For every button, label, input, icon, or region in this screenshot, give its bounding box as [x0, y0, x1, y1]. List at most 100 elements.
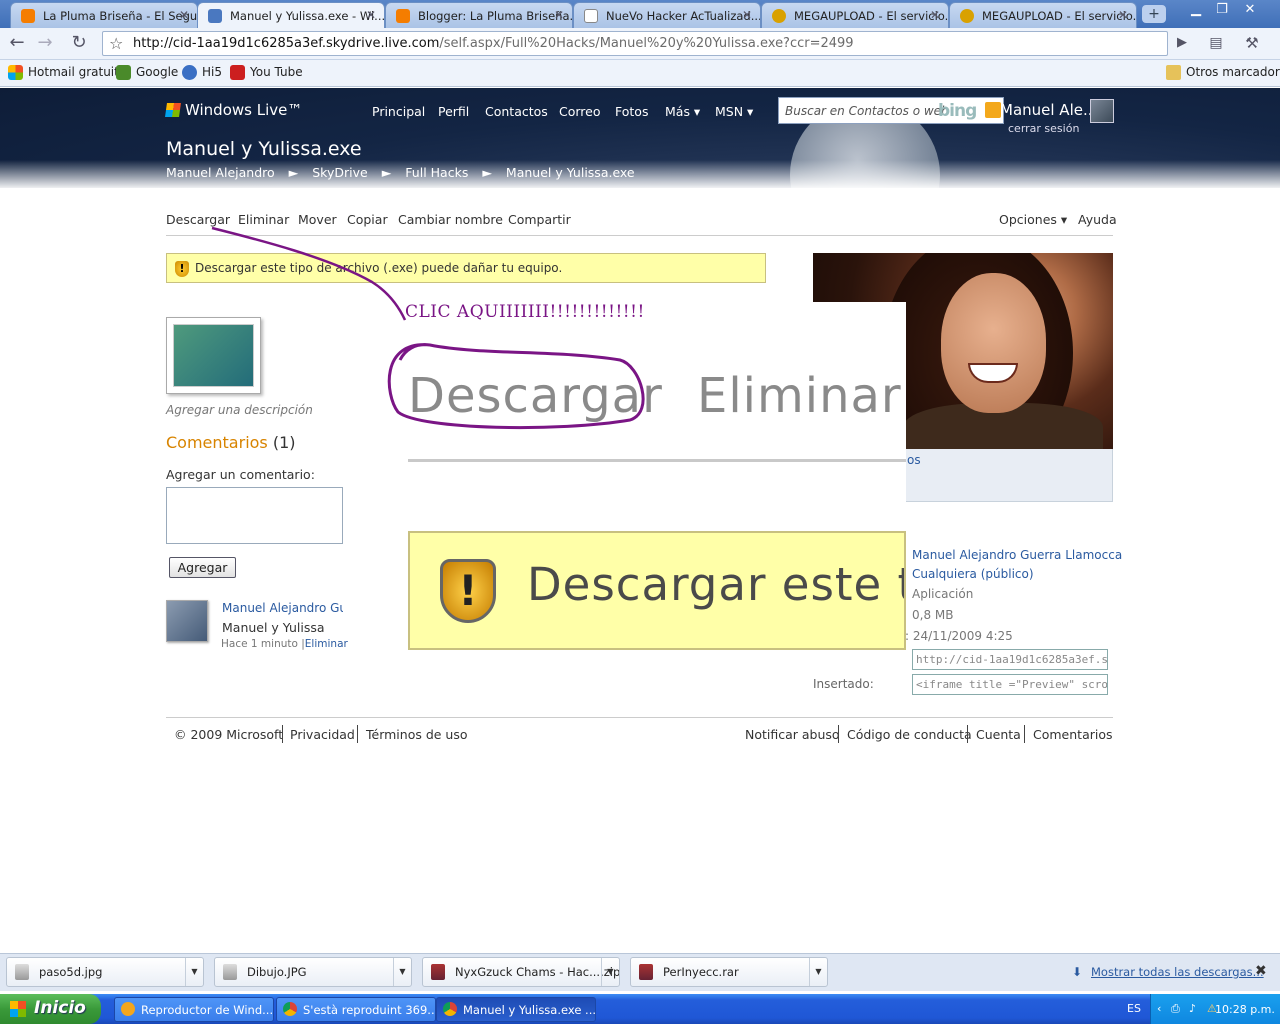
file-thumbnail[interactable]: [166, 317, 261, 394]
bookmark-youtube[interactable]: You Tube: [230, 65, 303, 80]
delete-button[interactable]: Eliminar: [238, 212, 289, 227]
download-arrow-icon: ⬇: [1072, 965, 1083, 979]
comment-avatar[interactable]: [166, 600, 208, 642]
sharing-link[interactable]: Cualquiera (público): [912, 567, 1034, 581]
options-menu[interactable]: Opciones ▾: [999, 212, 1067, 227]
reload-icon[interactable]: ↻: [67, 31, 91, 55]
footer-separator: [967, 725, 968, 743]
star-icon[interactable]: ☆: [109, 34, 123, 53]
download-item[interactable]: NyxGzuck Chams - Hac....zip ▼: [422, 957, 620, 987]
go-icon[interactable]: ▶: [1170, 31, 1194, 55]
show-all-downloads-link[interactable]: Mostrar todas las descargas...: [1091, 965, 1264, 979]
copy-button[interactable]: Copiar: [347, 212, 388, 227]
chevron-down-icon[interactable]: ▼: [185, 958, 203, 986]
bing-logo[interactable]: bing: [938, 101, 977, 121]
taskbar-item-chrome-2[interactable]: Manuel y Yulissa.exe ...: [436, 997, 596, 1022]
bookmark-other[interactable]: Otros marcadores: [1166, 65, 1280, 80]
new-tab-button[interactable]: +: [1142, 5, 1166, 23]
clock[interactable]: 10:28 p.m.: [1215, 1003, 1275, 1016]
photo-caption[interactable]: os: [907, 453, 921, 467]
tab-megaupload-2[interactable]: MEGAUPLOAD - El servicio... ✕: [949, 2, 1137, 28]
taskbar-item-chrome-1[interactable]: S'està reproduint 369....: [276, 997, 436, 1022]
owner-link[interactable]: Manuel Alejandro Guerra Llamocca: [912, 548, 1122, 562]
breadcrumb-full-hacks[interactable]: Full Hacks: [405, 165, 468, 180]
chevron-down-icon[interactable]: ▼: [809, 958, 827, 986]
chevron-down-icon[interactable]: ▼: [393, 958, 411, 986]
windows-live-logo[interactable]: Windows Live™: [165, 101, 302, 119]
download-item[interactable]: paso5d.jpg ▼: [6, 957, 204, 987]
photo-face: [941, 273, 1046, 413]
download-button[interactable]: Descargar: [166, 212, 230, 227]
bookmark-hotmail[interactable]: Hotmail gratuito: [8, 65, 126, 80]
close-tab-icon[interactable]: ✕: [930, 8, 940, 22]
language-indicator[interactable]: ES: [1127, 1002, 1141, 1015]
nav-principal[interactable]: Principal: [372, 104, 425, 119]
footer-separator: [838, 725, 839, 743]
account-link[interactable]: Cuenta: [976, 727, 1021, 742]
close-tab-icon[interactable]: ✕: [554, 8, 564, 22]
close-window-icon[interactable]: ✕: [1238, 2, 1262, 20]
nav-perfil[interactable]: Perfil: [438, 104, 469, 119]
close-tab-icon[interactable]: ✕: [366, 8, 376, 22]
tab-la-pluma[interactable]: La Pluma Briseña - El Segu... ✕: [10, 2, 198, 28]
logout-link[interactable]: cerrar sesión: [1008, 122, 1079, 135]
comment-delete-link[interactable]: Eliminar: [305, 638, 348, 650]
move-button[interactable]: Mover: [298, 212, 337, 227]
nav-msn[interactable]: MSN ▾: [715, 104, 753, 119]
breadcrumb-user[interactable]: Manuel Alejandro: [166, 165, 275, 180]
download-item[interactable]: Dibujo.JPG ▼: [214, 957, 412, 987]
close-tab-icon[interactable]: ✕: [1118, 8, 1128, 22]
forward-arrow-icon[interactable]: →: [33, 31, 57, 55]
chrome-icon: [443, 1002, 457, 1016]
close-shelf-icon[interactable]: ✖: [1255, 963, 1267, 979]
megaupload-icon: [960, 9, 974, 23]
nav-mas[interactable]: Más ▾: [665, 104, 700, 119]
zoomed-delete-label: Eliminar: [697, 368, 902, 424]
avatar[interactable]: [1090, 99, 1114, 123]
nav-correo[interactable]: Correo: [559, 104, 601, 119]
embed-code-field[interactable]: <iframe title ="Preview" scrolling="no": [912, 674, 1108, 695]
code-of-conduct-link[interactable]: Código de conducta: [847, 727, 972, 742]
help-link[interactable]: Ayuda: [1078, 212, 1117, 227]
terms-link[interactable]: Términos de uso: [366, 727, 468, 742]
address-bar[interactable]: ☆ http://cid-1aa19d1c6285a3ef.skydrive.li…: [102, 31, 1168, 56]
add-description-link[interactable]: Agregar una descripción: [166, 403, 313, 417]
tray-arrow-icon[interactable]: ‹: [1157, 1002, 1161, 1015]
comment-author[interactable]: Manuel Alejandro Guerra Llamocca: [222, 601, 343, 615]
nav-fotos[interactable]: Fotos: [615, 104, 648, 119]
restore-icon[interactable]: ❐: [1210, 2, 1234, 20]
minimize-icon[interactable]: ▁: [1184, 2, 1208, 20]
nav-contactos[interactable]: Contactos: [485, 104, 548, 119]
rename-button[interactable]: Cambiar nombre: [398, 212, 503, 227]
feedback-link[interactable]: Comentarios: [1033, 727, 1113, 742]
breadcrumb-separator: ►: [482, 165, 492, 180]
zoomed-warning-text: Descargar este ti: [527, 558, 906, 611]
network-icon[interactable]: ⎙: [1171, 1002, 1180, 1016]
start-button[interactable]: Inicio: [0, 994, 101, 1024]
privacy-link[interactable]: Privacidad: [290, 727, 355, 742]
web-link-field[interactable]: http://cid-1aa19d1c6285a3ef.skydrive.liv…: [912, 649, 1108, 670]
taskbar-item-media-player[interactable]: Reproductor de Wind...: [114, 997, 274, 1022]
tab-manuel-yulissa[interactable]: Manuel y Yulissa.exe - Wi... ✕: [197, 2, 385, 29]
download-item[interactable]: PerInyecc.rar ▼: [630, 957, 828, 987]
close-tab-icon[interactable]: ✕: [179, 8, 189, 22]
comment-textarea[interactable]: [166, 487, 343, 544]
close-tab-icon[interactable]: ✕: [742, 8, 752, 22]
share-button[interactable]: Compartir: [508, 212, 571, 227]
bookmark-google[interactable]: Google: [116, 65, 178, 80]
tab-megaupload-1[interactable]: MEGAUPLOAD - El servicio... ✕: [761, 2, 949, 28]
add-comment-button[interactable]: Agregar: [169, 557, 236, 578]
wrench-icon[interactable]: ⚒: [1240, 31, 1264, 55]
folder-icon: [1166, 65, 1181, 80]
page-menu-icon[interactable]: ▤: [1204, 31, 1228, 55]
chevron-down-icon[interactable]: ▼: [601, 958, 619, 986]
volume-icon[interactable]: ♪: [1189, 1002, 1196, 1015]
tab-nuevo-hacker[interactable]: NueVo Hacker AcTualizad... ✕: [573, 2, 761, 28]
report-abuse-link[interactable]: Notificar abuso: [745, 727, 840, 742]
tab-blogger[interactable]: Blogger: La Pluma Briseña... ✕: [385, 2, 573, 28]
bookmark-hi5[interactable]: Hi5: [182, 65, 222, 80]
search-icon[interactable]: [985, 102, 1001, 118]
breadcrumb-skydrive[interactable]: SkyDrive: [312, 165, 367, 180]
back-arrow-icon[interactable]: ←: [5, 31, 29, 55]
zoomed-download-label: Descargar: [408, 368, 663, 424]
